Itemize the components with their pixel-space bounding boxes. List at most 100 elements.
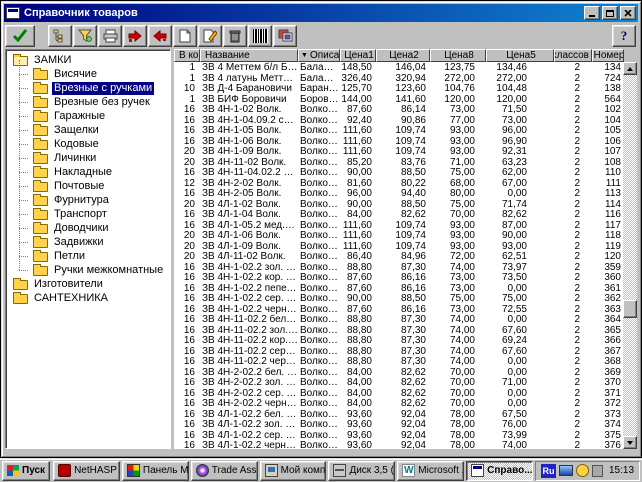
tree-item-label[interactable]: Защелки (52, 124, 101, 137)
display-icon[interactable] (559, 465, 573, 476)
table-row[interactable]: 1 ЗВ БИФ Боровичи Боровичи 144,00 141,60… (174, 94, 623, 105)
table-row[interactable]: 1 ЗВ 4 латунь Меттем б/… Балашиха 326,40… (174, 73, 623, 84)
filter-button[interactable] (73, 25, 97, 47)
table-row[interactable]: 16 ЗВ 4Н-11-02.2 черн. Во… Волковь… 88,8… (174, 356, 623, 367)
table-row[interactable]: 16 ЗВ 4Н-1-02 Волк. Волковь… 87,60 86,14… (174, 104, 623, 115)
tree-item[interactable]: Накладные (7, 165, 169, 179)
tree-item[interactable]: Изготовители (7, 277, 169, 291)
table-row[interactable]: 20 ЗВ 4Н-11-02 Волк. Волковь… 85,20 83,7… (174, 157, 623, 168)
task-button[interactable]: Диск 3,5 (... (328, 461, 395, 481)
tree-item-label[interactable]: САНТЕХНИКА (32, 292, 110, 305)
table-row[interactable]: 20 ЗВ 4Л-11-02 Волк. Волковь… 86,40 84,9… (174, 251, 623, 262)
task-button[interactable]: Справо... (466, 461, 533, 481)
column-header[interactable]: к классов (554, 49, 592, 62)
tree-item-label[interactable]: Фурнитура (52, 194, 111, 207)
table-row[interactable]: 16 ЗВ 4Н-11-02.2 бел. Вол… Волковь… 88,8… (174, 314, 623, 325)
table-row[interactable]: 16 ЗВ 4Л-1-04 Волк. Волковь… 84,00 82,62… (174, 209, 623, 220)
category-tree-button[interactable] (48, 25, 72, 47)
table-row[interactable]: 16 ЗВ 4Н-2-02.2 бел. Волк. Волковь… 84,0… (174, 367, 623, 378)
column-header[interactable]: Цена2 (376, 49, 430, 62)
print-button[interactable] (98, 25, 122, 47)
table-row[interactable]: 16 ЗВ 4Л-1-02.2 зол. Волк. Волковь… 93,6… (174, 419, 623, 430)
tree-item-label[interactable]: Личинки (52, 152, 98, 165)
table-row[interactable]: 16 ЗВ 4Л-1-02.2 сер. Волк. Волковь… 93,6… (174, 430, 623, 441)
task-button[interactable]: Мой комп... (260, 461, 327, 481)
column-header[interactable]: Цена1 (340, 49, 376, 62)
column-header[interactable]: Номер (592, 49, 624, 62)
tree-item[interactable]: Доводчики (7, 221, 169, 235)
tree-item[interactable]: Транспорт (7, 207, 169, 221)
table-row[interactable]: 16 ЗВ 4Л-1-02.2 черн. Волк. Волковь… 93,… (174, 440, 623, 449)
tree-item[interactable]: Защелки (7, 123, 169, 137)
task-button[interactable]: Панель М... (122, 461, 189, 481)
table-row[interactable]: 16 ЗВ 4Н-1-02.2 пепел.Вол… Волковь… 87,6… (174, 283, 623, 294)
titlebar[interactable]: Справочник товаров (4, 4, 638, 22)
table-row[interactable]: 20 ЗВ 4Л-1-09 Волк. Волковь… 111,60 109,… (174, 241, 623, 252)
minimize-button[interactable] (584, 6, 600, 20)
column-header[interactable]: ▼ Описан (298, 49, 340, 62)
tree-item[interactable]: Почтовые (7, 179, 169, 193)
remove-record-button[interactable] (148, 25, 172, 47)
keyboard-layout-indicator[interactable]: Ru (541, 464, 556, 478)
table-row[interactable]: 16 ЗВ 4Н-2-02.2 зол. Волк. Волковь… 84,0… (174, 377, 623, 388)
tree-item[interactable]: Гаражные (7, 109, 169, 123)
table-row[interactable]: 12 ЗВ 4Н-2-02 Волк. Волковь… 81,60 80,22… (174, 178, 623, 189)
tree-item[interactable]: ЗАМКИ (7, 53, 169, 67)
table-row[interactable]: 20 ЗВ 4Л-1-06 Волк. Волковь… 111,60 109,… (174, 230, 623, 241)
table-row[interactable]: 16 ЗВ 4Н-2-02.2 черн. Волк. Волковь… 84,… (174, 398, 623, 409)
confirm-button[interactable] (5, 25, 35, 47)
table-row[interactable]: 20 ЗВ 4Н-1-09 Волк. Волковь… 111,60 109,… (174, 146, 623, 157)
tree-item[interactable]: Личинки (7, 151, 169, 165)
tree-item-label[interactable]: Гаражные (52, 110, 107, 123)
maximize-button[interactable] (602, 6, 618, 20)
tree-item-label[interactable]: Накладные (52, 166, 114, 179)
table-row[interactable]: 16 ЗВ 4Л-1-02.2 бел. Волк. Волковь… 93,6… (174, 409, 623, 420)
tree-item-label[interactable]: Врезные с ручками (52, 82, 154, 95)
tree-item-label[interactable]: Врезные без ручек (52, 96, 152, 109)
column-header[interactable]: Название (200, 49, 298, 62)
table-row[interactable]: 16 ЗВ 4Н-11-02.2 зол. Вол… Волковь… 88,8… (174, 325, 623, 336)
tree-item[interactable]: Висячие (7, 67, 169, 81)
table-row[interactable]: 16 ЗВ 4Н-1-02.2 черн. Волк. Волковь… 87,… (174, 304, 623, 315)
tree-item-label[interactable]: Ручки межкомнатные (52, 264, 165, 277)
table-row[interactable]: 16 ЗВ 4Н-11-02.2 кор. Вол… Волковь… 88,8… (174, 335, 623, 346)
delete-button[interactable] (223, 25, 247, 47)
barcode-button[interactable] (248, 25, 272, 47)
table-row[interactable]: 16 ЗВ 4Н-1-02.2 кор. Волк Волковь… 87,60… (174, 272, 623, 283)
table-row[interactable]: 16 ЗВ 4Н-2-05 Волк. Волковь… 96,00 94,40… (174, 188, 623, 199)
tree-item[interactable]: Петли (7, 249, 169, 263)
table-row[interactable]: 16 ЗВ 4Н-1-05 Волк. Волковь… 111,60 109,… (174, 125, 623, 136)
table-row[interactable]: 16 ЗВ 4Н-11-02.2 сер.Волк. Волковь… 88,8… (174, 346, 623, 357)
tree-item-label[interactable]: Задвижки (52, 236, 105, 249)
table-row[interactable]: 16 ЗВ 4Н-2-02.2 сер. Волк. Волковь… 84,0… (174, 388, 623, 399)
task-button[interactable]: NetHASP ... (53, 461, 120, 481)
column-header[interactable]: Цена8 (430, 49, 486, 62)
task-button[interactable]: W Microsoft ... (397, 461, 464, 481)
table-row[interactable]: 16 ЗВ 4Н-1-06 Волк. Волковь… 111,60 109,… (174, 136, 623, 147)
start-button[interactable]: Пуск (2, 461, 50, 481)
help-button[interactable]: ? (612, 25, 636, 47)
new-document-button[interactable] (173, 25, 197, 47)
table-row[interactable]: 16 ЗВ 4Л-1-05.2 мед.р. Во… Волковь… 111,… (174, 220, 623, 231)
tree-item-label[interactable]: Кодовые (52, 138, 101, 151)
table-row[interactable]: 16 ЗВ 4Н-1-02.2 сер. Волк. Волковь… 90,0… (174, 293, 623, 304)
close-button[interactable] (620, 6, 636, 20)
tree-item[interactable]: Задвижки (7, 235, 169, 249)
tree-item[interactable]: Врезные без ручек (7, 95, 169, 109)
tree-item-label[interactable]: Висячие (52, 68, 99, 81)
clock-icon[interactable] (576, 464, 589, 477)
tree-item[interactable]: Кодовые (7, 137, 169, 151)
table-row[interactable]: 10 ЗВ Д-4 Барановичи Баранов… 125,70 123… (174, 83, 623, 94)
color-cards-button[interactable] (273, 25, 297, 47)
table-row[interactable]: 16 ЗВ 4Н-1-02.2 зол. Волк Волковь… 88,80… (174, 262, 623, 273)
table-row[interactable]: 20 ЗВ 4Л-1-02 Волк. Волковь… 90,00 88,50… (174, 199, 623, 210)
tree-item[interactable]: САНТЕХНИКА (7, 291, 169, 305)
tree-item-label[interactable]: Изготовители (32, 278, 105, 291)
scrollbar-thumb[interactable] (623, 300, 637, 318)
edit-document-button[interactable] (198, 25, 222, 47)
tree-item-label[interactable]: Почтовые (52, 180, 106, 193)
table-row[interactable]: 16 ЗВ 4Н-11-04.02.2 мед.р… Волковь… 90,0… (174, 167, 623, 178)
table-row[interactable]: 1 ЗВ 4 Меттем б/л Б-ха Балашиха 148,50 1… (174, 62, 623, 73)
tree-item-label[interactable]: ЗАМКИ (32, 54, 73, 67)
scheduler-icon[interactable] (592, 465, 603, 477)
